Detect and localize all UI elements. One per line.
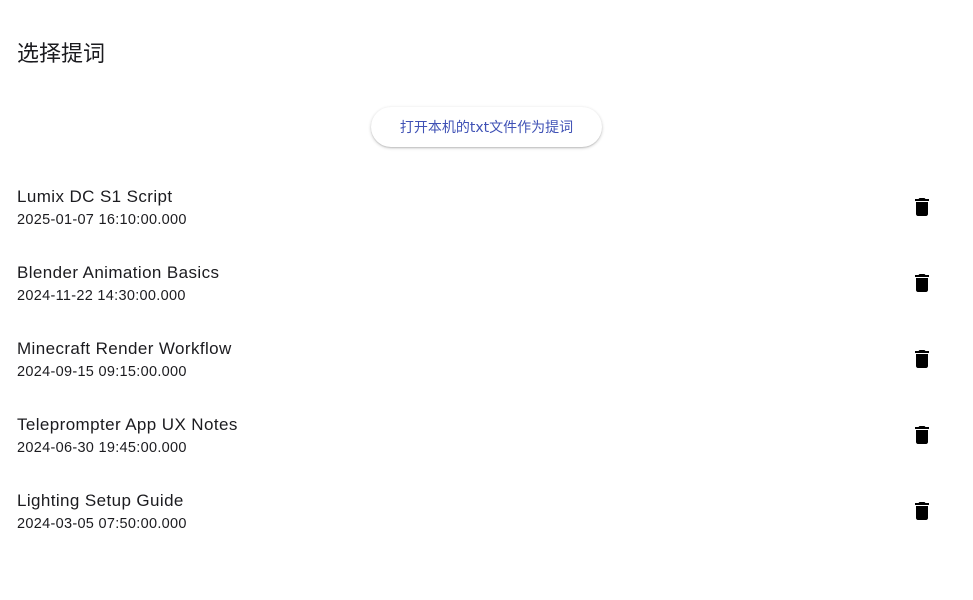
delete-icon — [915, 198, 929, 216]
list-item[interactable]: Lighting Setup Guide 2024-03-05 07:50:00… — [0, 473, 973, 549]
script-title: Blender Animation Basics — [17, 263, 220, 282]
script-datetime: 2025-01-07 16:10:00.000 — [17, 212, 187, 228]
delete-icon — [915, 274, 929, 292]
delete-icon — [915, 426, 929, 444]
script-datetime: 2024-09-15 09:15:00.000 — [17, 364, 187, 380]
list-item[interactable]: Blender Animation Basics 2024-11-22 14:3… — [0, 245, 973, 321]
script-title: Teleprompter App UX Notes — [17, 415, 238, 434]
list-item[interactable]: Lumix DC S1 Script 2025-01-07 16:10:00.0… — [0, 169, 973, 245]
script-list: Lumix DC S1 Script 2025-01-07 16:10:00.0… — [0, 169, 973, 549]
list-item[interactable]: Teleprompter App UX Notes 2024-06-30 19:… — [0, 397, 973, 473]
delete-button[interactable] — [902, 187, 942, 227]
script-title: Lumix DC S1 Script — [17, 187, 173, 206]
script-datetime: 2024-06-30 19:45:00.000 — [17, 440, 187, 456]
delete-icon — [915, 502, 929, 520]
delete-button[interactable] — [902, 415, 942, 455]
list-item[interactable]: Minecraft Render Workflow 2024-09-15 09:… — [0, 321, 973, 397]
open-local-txt-button[interactable]: 打开本机的txt文件作为提词 — [371, 107, 602, 147]
script-title: Lighting Setup Guide — [17, 491, 184, 510]
script-title: Minecraft Render Workflow — [17, 339, 232, 358]
page-title: 选择提词 — [17, 42, 106, 67]
delete-button[interactable] — [902, 263, 942, 303]
script-datetime: 2024-11-22 14:30:00.000 — [17, 288, 186, 304]
select-script-page: 选择提词 打开本机的txt文件作为提词 Lumix DC S1 Script 2… — [0, 0, 973, 600]
delete-button[interactable] — [902, 491, 942, 531]
script-datetime: 2024-03-05 07:50:00.000 — [17, 516, 187, 532]
delete-button[interactable] — [902, 339, 942, 379]
delete-icon — [915, 350, 929, 368]
